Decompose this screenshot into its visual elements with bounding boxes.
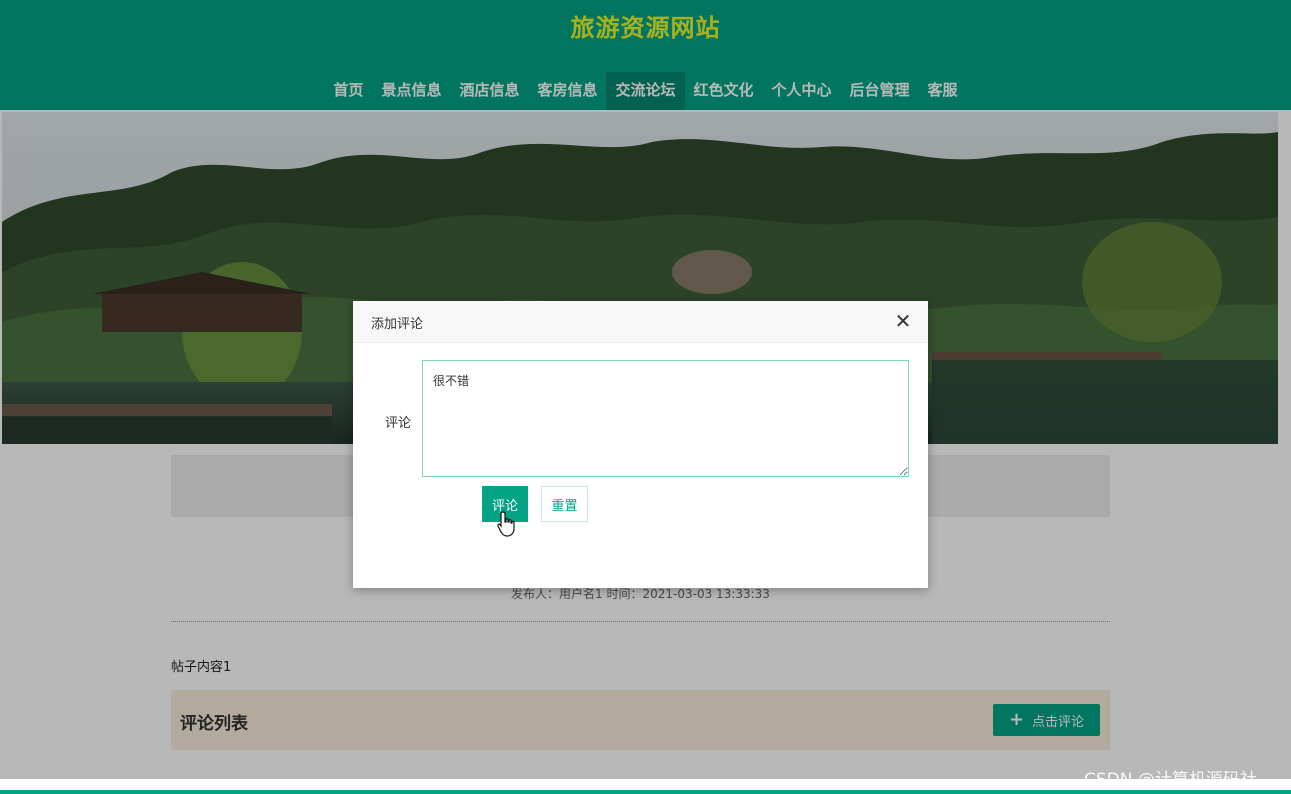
close-icon[interactable]: ✕: [892, 309, 914, 333]
hand-cursor-icon: [497, 511, 515, 537]
dialog-header: 添加评论 ✕: [353, 301, 928, 343]
add-comment-dialog: 添加评论 ✕ 评论 很不错 评论 重置: [353, 301, 928, 588]
comment-textarea[interactable]: 很不错: [422, 360, 909, 477]
comment-field-label: 评论: [385, 416, 412, 431]
watermark: CSDN @计算机源码社: [1084, 770, 1257, 790]
reset-button[interactable]: 重置: [541, 486, 588, 522]
dialog-title: 添加评论: [371, 317, 424, 332]
footer-line: [0, 790, 1291, 794]
